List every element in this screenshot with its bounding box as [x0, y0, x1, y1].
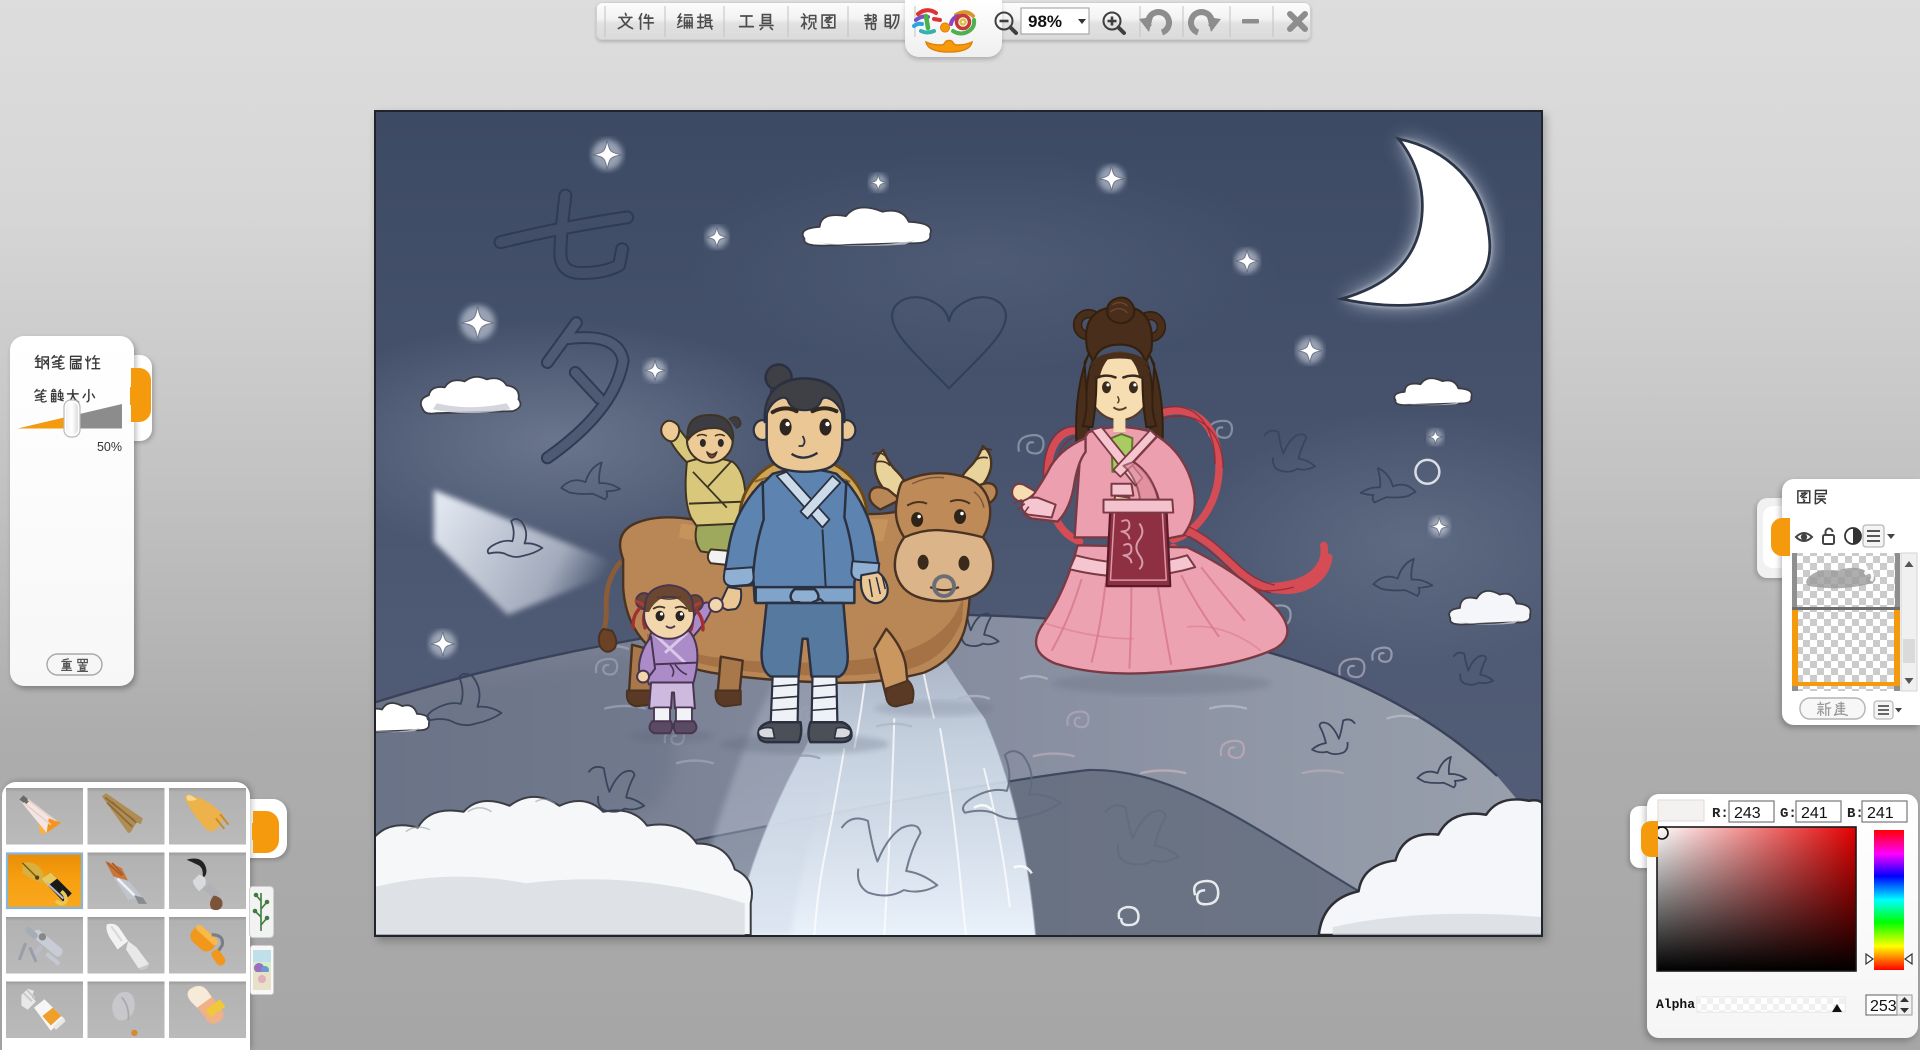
svg-text:98%: 98% [1028, 12, 1062, 31]
svg-text:B:: B: [1847, 806, 1864, 822]
svg-text:Alpha: Alpha [1656, 997, 1695, 1012]
svg-text:241: 241 [1867, 805, 1894, 822]
svg-text:253: 253 [1870, 998, 1897, 1015]
svg-text:243: 243 [1734, 805, 1761, 822]
svg-text:241: 241 [1801, 805, 1828, 822]
svg-text:G:: G: [1780, 806, 1797, 822]
svg-text:50%: 50% [97, 440, 122, 454]
svg-text:R:: R: [1712, 806, 1729, 822]
